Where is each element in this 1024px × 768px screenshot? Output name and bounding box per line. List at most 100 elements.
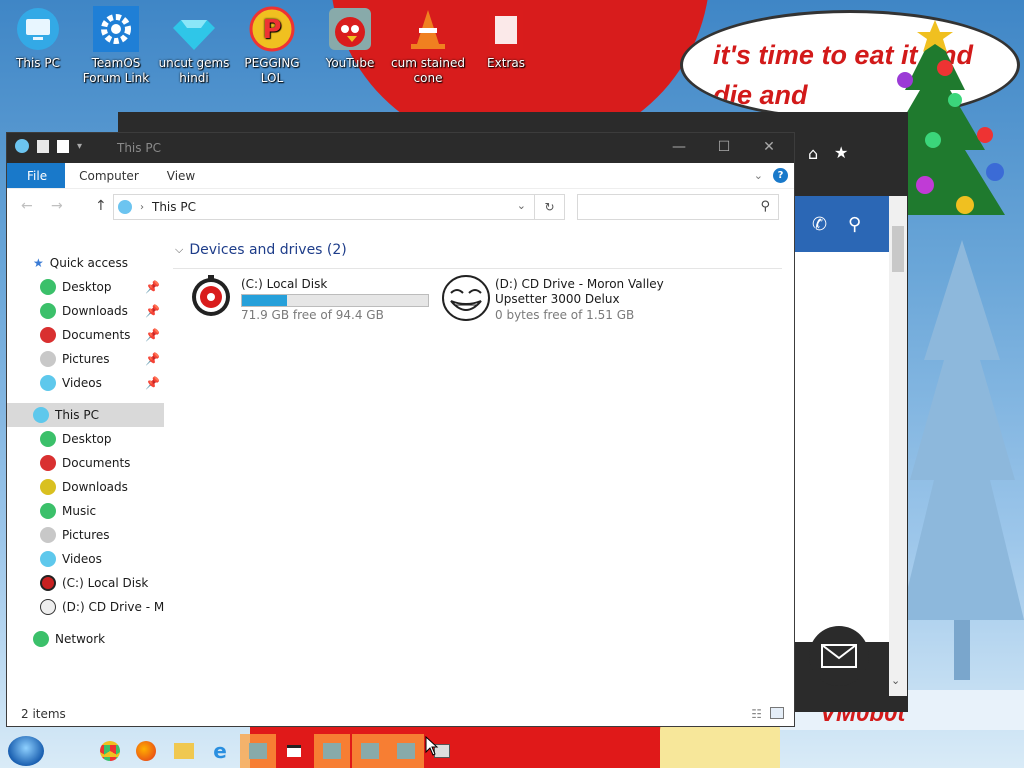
chevron-down-icon[interactable]: ⌄ bbox=[891, 674, 900, 687]
red-app-icon bbox=[287, 745, 301, 757]
desktop-icon-pegging[interactable]: P PEGGING LOL bbox=[234, 6, 310, 86]
drive-d[interactable]: (D:) CD Drive - Moron Valley Upsetter 30… bbox=[441, 275, 664, 323]
tab-computer[interactable]: Computer bbox=[65, 163, 153, 188]
sidebar-item-label: Documents bbox=[62, 328, 131, 342]
forward-arrow-icon[interactable]: → bbox=[51, 198, 63, 214]
drive-c[interactable]: (C:) Local Disk 71.9 GB free of 94.4 GB bbox=[189, 275, 429, 323]
desktop-icon-this-pc[interactable]: This PC bbox=[0, 6, 76, 71]
sidebar-item-label: Desktop bbox=[62, 280, 112, 294]
close-icon: ✕ bbox=[763, 139, 775, 155]
taskbar-app-5[interactable] bbox=[388, 734, 424, 768]
background-browser-header: ✆ ⚲ bbox=[794, 196, 889, 252]
properties-icon[interactable] bbox=[37, 139, 49, 153]
sidebar-item-documents[interactable]: Documents 📌 bbox=[7, 323, 164, 347]
sidebar-item-videos[interactable]: Videos 📌 bbox=[7, 371, 164, 395]
pin-icon[interactable]: 📌 bbox=[145, 280, 160, 294]
this-pc-icon[interactable] bbox=[15, 139, 29, 153]
taskbar-app-4[interactable] bbox=[352, 734, 388, 768]
desktop-icon-youtube[interactable]: YouTube bbox=[312, 6, 388, 71]
angry-bird-icon bbox=[329, 8, 371, 50]
expand-ribbon-icon[interactable]: ⌄ bbox=[754, 169, 763, 182]
group-header-label: Devices and drives (2) bbox=[189, 241, 347, 258]
desktop-icon-teamos[interactable]: TeamOS Forum Link bbox=[78, 6, 154, 86]
start-button[interactable] bbox=[8, 736, 44, 766]
tab-view[interactable]: View bbox=[153, 163, 209, 188]
taskbar-app-2[interactable] bbox=[276, 734, 312, 768]
letter-p-icon: P bbox=[249, 6, 295, 52]
taskbar-firefox[interactable] bbox=[128, 734, 164, 768]
details-view-icon[interactable]: ☷ bbox=[751, 707, 762, 721]
sidebar-item-pc-videos[interactable]: Videos bbox=[7, 547, 164, 571]
sidebar-item-label: Music bbox=[62, 504, 97, 518]
traffic-cone-icon bbox=[411, 10, 445, 49]
pin-icon[interactable]: 📌 bbox=[145, 304, 160, 318]
new-folder-icon[interactable] bbox=[57, 139, 69, 153]
pin-icon[interactable]: 📌 bbox=[145, 352, 160, 366]
sidebar-item-network[interactable]: Network bbox=[7, 627, 164, 651]
sidebar-item-pc-pictures[interactable]: Pictures bbox=[7, 523, 164, 547]
close-button[interactable]: ✕ bbox=[747, 133, 791, 161]
sidebar-item-pc-downloads[interactable]: Downloads bbox=[7, 475, 164, 499]
sidebar-item-desktop[interactable]: Desktop 📌 bbox=[7, 275, 164, 299]
maximize-icon: ☐ bbox=[717, 139, 731, 155]
group-header[interactable]: ⌵ Devices and drives (2) bbox=[173, 241, 782, 269]
sidebar-item-pc-documents[interactable]: Documents bbox=[7, 451, 164, 475]
network-icon bbox=[33, 631, 49, 647]
star-icon[interactable]: ★ bbox=[834, 143, 848, 162]
sidebar-item-pc-music[interactable]: Music bbox=[7, 499, 164, 523]
pin-icon[interactable]: 📌 bbox=[145, 376, 160, 390]
sidebar-item-local-disk[interactable]: (C:) Local Disk bbox=[7, 571, 164, 595]
red-folder-icon bbox=[489, 10, 523, 50]
taskbar-app-3[interactable] bbox=[314, 734, 350, 768]
chevron-down-icon[interactable]: ⌄ bbox=[517, 199, 526, 212]
sidebar-item-quick-access[interactable]: ★ Quick access bbox=[7, 251, 164, 275]
back-arrow-icon[interactable]: ← bbox=[21, 198, 33, 214]
sidebar-item-pc-desktop[interactable]: Desktop bbox=[7, 427, 164, 451]
mail-button[interactable] bbox=[809, 626, 869, 686]
chevron-down-icon[interactable]: ▾ bbox=[77, 141, 82, 152]
search-icon[interactable]: ⚲ bbox=[848, 214, 861, 235]
scrollbar-thumb[interactable] bbox=[892, 226, 904, 272]
sidebar-item-pictures[interactable]: Pictures 📌 bbox=[7, 347, 164, 371]
breadcrumb-separator-icon[interactable]: › bbox=[140, 202, 144, 213]
taskbar-app-1[interactable] bbox=[240, 734, 276, 768]
troll-face-icon bbox=[442, 275, 490, 321]
title-bar[interactable]: ▾ This PC — ☐ ✕ bbox=[7, 133, 794, 163]
large-icons-view-icon[interactable] bbox=[770, 707, 784, 719]
sidebar-item-cd-drive[interactable]: (D:) CD Drive - Moron Valley bbox=[7, 595, 164, 619]
envelope-icon bbox=[821, 644, 857, 668]
phone-icon[interactable]: ✆ bbox=[812, 214, 827, 235]
desktop-icon-label: uncut gems hindi bbox=[158, 56, 230, 85]
desktop-icon-cone[interactable]: cum stained cone bbox=[390, 6, 466, 86]
chevron-down-icon[interactable]: ⌵ bbox=[175, 243, 183, 257]
home-icon[interactable]: ⌂ bbox=[808, 144, 818, 163]
pin-icon[interactable]: 📌 bbox=[145, 328, 160, 342]
taskbar-file-explorer[interactable] bbox=[166, 734, 202, 768]
taskbar-internet-explorer[interactable]: e bbox=[202, 734, 238, 768]
status-bar: 2 items ☷ bbox=[7, 702, 794, 726]
item-count: 2 items bbox=[21, 707, 66, 721]
help-icon[interactable]: ? bbox=[773, 168, 788, 183]
maximize-button[interactable]: ☐ bbox=[702, 133, 746, 161]
search-input[interactable]: ⚲ bbox=[577, 194, 779, 220]
refresh-button[interactable]: ↻ bbox=[535, 194, 565, 220]
drive-usage-fill bbox=[242, 295, 287, 306]
tab-file[interactable]: File bbox=[7, 163, 66, 188]
background-browser-scrollbar[interactable]: ⌄ bbox=[889, 196, 907, 696]
desktop-icon-uncut-gems[interactable]: uncut gems hindi bbox=[156, 6, 232, 86]
up-arrow-icon[interactable]: ↑ bbox=[95, 198, 107, 214]
minimize-button[interactable]: — bbox=[657, 133, 701, 161]
sidebar-item-this-pc[interactable]: This PC bbox=[7, 403, 164, 427]
videos-icon bbox=[40, 551, 56, 567]
desktop-icon-extras[interactable]: Extras bbox=[468, 6, 544, 71]
pictures-icon bbox=[40, 351, 56, 367]
content-pane[interactable]: ⌵ Devices and drives (2) (C:) Local Disk… bbox=[173, 241, 782, 322]
breadcrumb[interactable]: This PC bbox=[152, 200, 196, 214]
address-bar[interactable]: › This PC ⌄ bbox=[113, 194, 535, 220]
file-explorer-window[interactable]: ▾ This PC — ☐ ✕ File Computer View ⌄ ? ←… bbox=[6, 132, 795, 727]
sidebar-item-downloads[interactable]: Downloads 📌 bbox=[7, 299, 164, 323]
app-window-icon bbox=[323, 743, 341, 759]
taskbar-chrome[interactable] bbox=[92, 734, 128, 768]
navigation-pane[interactable]: ★ Quick access Desktop 📌 Downloads 📌 Doc… bbox=[7, 251, 164, 651]
downloads-icon bbox=[40, 479, 56, 495]
